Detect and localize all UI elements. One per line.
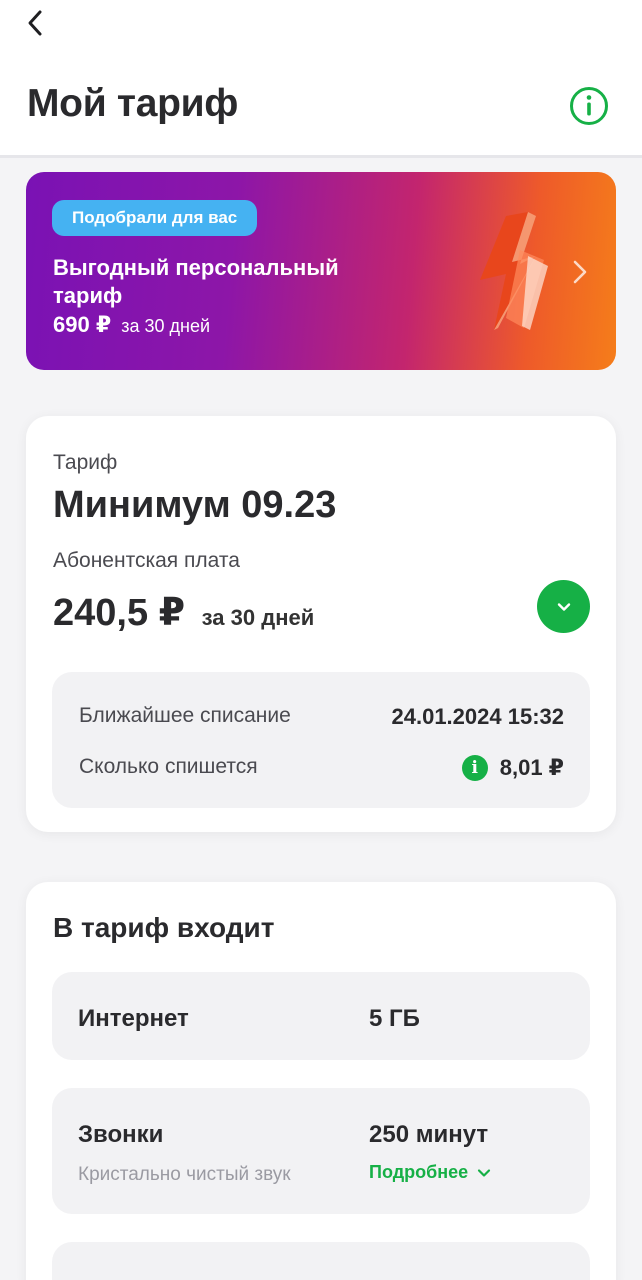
tariff-card: Тариф Минимум 09.23 Абонентская плата 24…: [26, 416, 616, 832]
fee-label: Абонентская плата: [53, 549, 240, 572]
fee-value: 240,5 ₽: [53, 592, 186, 634]
internet-value: 5 ГБ: [369, 1005, 420, 1032]
promo-price: 690 ₽ за 30 дней: [53, 312, 210, 338]
calls-more-link[interactable]: Подробнее: [369, 1162, 492, 1183]
next-charge-row: Ближайшее списание 24.01.2024 15:32: [79, 704, 564, 734]
back-button[interactable]: [18, 6, 52, 40]
chevron-down-icon: [557, 602, 570, 611]
chevron-left-icon: [28, 10, 42, 36]
next-charge-value: 24.01.2024 15:32: [391, 704, 565, 729]
info-button[interactable]: [569, 86, 609, 126]
charge-amount-value: 8,01 ₽: [499, 755, 564, 780]
charge-amount-label: Сколько спишется: [79, 755, 258, 778]
calls-label: Звонки: [78, 1121, 164, 1148]
calls-subtitle: Кристально чистый звук: [78, 1164, 291, 1185]
promo-price-value: 690 ₽: [53, 312, 112, 337]
info-icon[interactable]: i: [461, 755, 488, 781]
promo-banner[interactable]: Подобрали для вас Выгодный персональный …: [26, 172, 616, 370]
promo-title: Выгодный персональный тариф: [53, 255, 339, 308]
fee-amount: 240,5 ₽ за 30 дней: [53, 590, 314, 635]
internet-row: Интернет 5 ГБ: [52, 972, 590, 1060]
billing-info: Ближайшее списание 24.01.2024 15:32 Скол…: [52, 672, 590, 808]
tariff-label: Тариф: [53, 451, 118, 474]
top-bar: Мой тариф: [0, 0, 642, 158]
tariff-name: Минимум 09.23: [53, 484, 337, 526]
info-circle-icon: [570, 87, 608, 125]
charge-amount-row: Сколько спишется i 8,01 ₽: [79, 755, 564, 785]
next-charge-label: Ближайшее списание: [79, 704, 291, 727]
includes-card: В тариф входит Интернет 5 ГБ Звонки 250 …: [26, 882, 616, 1280]
promo-period: за 30 дней: [121, 316, 211, 336]
chevron-right-icon: [573, 260, 587, 284]
lightning-icon: [480, 212, 548, 330]
expand-tariff-button[interactable]: [537, 580, 590, 633]
calls-value: 250 минут: [369, 1121, 489, 1148]
next-row-partial: [52, 1242, 590, 1280]
fee-period: за 30 дней: [201, 605, 315, 630]
chevron-down-icon: [478, 1168, 491, 1177]
includes-title: В тариф входит: [53, 912, 275, 943]
page-title: Мой тариф: [27, 82, 239, 125]
internet-label: Интернет: [78, 1005, 189, 1032]
calls-row: Звонки 250 минут Кристально чистый звук …: [52, 1088, 590, 1214]
promo-badge: Подобрали для вас: [52, 200, 258, 236]
more-link-label: Подробнее: [369, 1162, 469, 1182]
charge-amount: i 8,01 ₽: [461, 755, 564, 781]
